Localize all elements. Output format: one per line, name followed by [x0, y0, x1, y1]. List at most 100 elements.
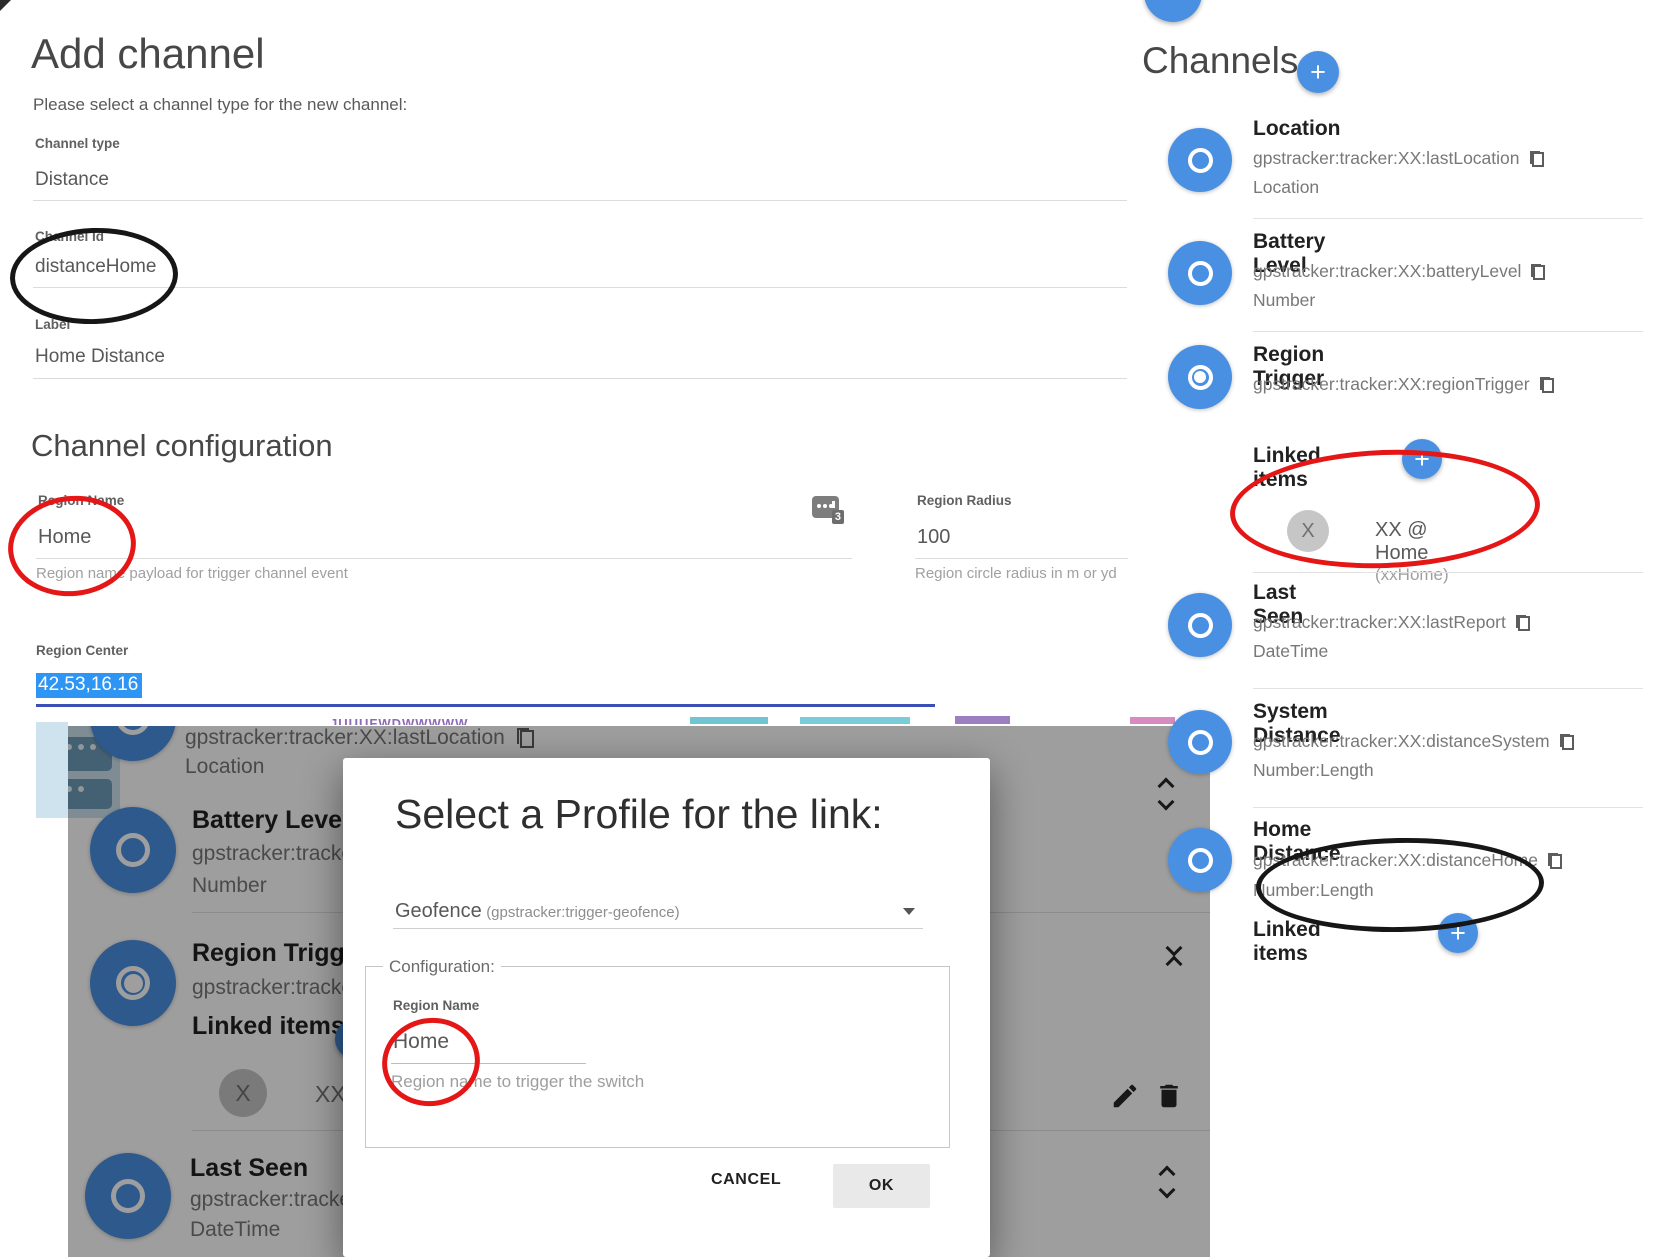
profile-dialog: Select a Profile for the link: Geofence …: [343, 758, 990, 1257]
page-title: Add channel: [31, 30, 265, 78]
list-divider: [1253, 218, 1643, 219]
region-center-selected-text: 42.53,16.16: [36, 673, 142, 698]
channel-id-row: gpstracker:tracker:XX:batteryLevel: [1253, 261, 1545, 282]
region-name-label: Region Name: [38, 493, 124, 508]
corner-artifact: [0, 0, 11, 11]
channel-type-input[interactable]: Distance: [35, 169, 109, 191]
label-field-label: Label: [35, 317, 70, 332]
linked-item-detail: (xxHome): [1375, 565, 1449, 584]
add-link-button[interactable]: +: [1438, 913, 1478, 953]
region-radius-underline: [915, 558, 1128, 559]
channel-id-text: gpstracker:tracker:XX:distanceSystem: [1253, 731, 1550, 752]
ok-button[interactable]: OK: [833, 1164, 930, 1208]
label-field-input[interactable]: Home Distance: [35, 346, 165, 368]
channel-title: Location: [1253, 117, 1341, 141]
add-channel-button[interactable]: +: [1297, 51, 1339, 93]
channel-id-label: Channel Id: [35, 229, 104, 244]
profile-select-value: Geofence: [395, 900, 482, 922]
linked-items-label: Linked items: [1253, 918, 1321, 966]
chevron-down-icon: [903, 908, 915, 915]
channel-id-row: gpstracker:tracker:XX:distanceHome: [1253, 850, 1562, 871]
scrolled-fab-artifact: [1144, 0, 1202, 22]
background-artifact-pink: [1130, 717, 1175, 724]
page-subtitle: Please select a channel type for the new…: [33, 95, 407, 115]
dialog-region-name-hint: Region name to trigger the switch: [391, 1072, 644, 1092]
linked-item-row[interactable]: XX @ Home (xxHome): [1375, 519, 1449, 585]
region-center-label: Region Center: [36, 643, 128, 658]
channel-id-input[interactable]: distanceHome: [35, 256, 156, 278]
region-radius-input[interactable]: 100: [917, 526, 950, 549]
background-artifact-teal: [690, 717, 768, 724]
channel-type: Number: [1253, 290, 1315, 311]
channel-id-text: gpstracker:tracker:XX:distanceHome: [1253, 850, 1538, 871]
channel-id-text: gpstracker:tracker:XX:regionTrigger: [1253, 374, 1530, 395]
region-center-focus-underline: [36, 704, 935, 707]
channel-id-row: gpstracker:tracker:XX:lastReport: [1253, 612, 1530, 633]
channel-avatar-battery: [1168, 241, 1232, 305]
background-artifact-purple: [955, 716, 1010, 724]
config-heading: Channel configuration: [31, 428, 333, 464]
linked-items-label: Linked items: [1253, 444, 1321, 492]
channel-id-row: gpstracker:tracker:XX:distanceSystem: [1253, 731, 1574, 752]
channel-avatar-region-trigger: [1168, 345, 1232, 409]
configuration-fieldset: [365, 966, 950, 1148]
dialog-region-name-input[interactable]: Home: [393, 1030, 449, 1054]
radio-icon: [1188, 848, 1213, 873]
region-name-underline: [36, 558, 852, 559]
profile-select-underline: [393, 928, 923, 929]
dialog-title: Select a Profile for the link:: [395, 791, 883, 838]
channel-type: Location: [1253, 177, 1319, 198]
copy-icon[interactable]: [1560, 734, 1574, 750]
cancel-button[interactable]: CANCEL: [705, 1170, 787, 1190]
channel-id-underline: [33, 287, 1127, 288]
radio-icon: [1188, 613, 1213, 638]
channel-id-text: gpstracker:tracker:XX:batteryLevel: [1253, 261, 1521, 282]
linked-item-avatar: X: [1287, 510, 1329, 552]
profile-select-detail: (gpstracker:trigger-geofence): [486, 904, 679, 921]
radio-icon: [1188, 148, 1213, 173]
profile-select[interactable]: Geofence (gpstracker:trigger-geofence): [395, 900, 680, 923]
channel-id-row: gpstracker:tracker:XX:regionTrigger: [1253, 374, 1554, 395]
copy-icon[interactable]: [1516, 615, 1530, 631]
copy-icon[interactable]: [1531, 264, 1545, 280]
channel-id-text: gpstracker:tracker:XX:lastReport: [1253, 612, 1506, 633]
background-artifact-strip: JUUUFWDWWWWW: [330, 716, 570, 725]
list-divider: [1253, 807, 1643, 808]
autofill-dots-icon: [817, 504, 821, 508]
autofill-badge: 3: [832, 510, 844, 524]
region-radius-hint: Region circle radius in m or yd: [915, 565, 1117, 582]
region-center-input[interactable]: 42.53,16.16: [36, 673, 142, 698]
channel-type-underline: [33, 200, 1127, 201]
radio-checked-icon: [1188, 365, 1213, 390]
autofill-bar-icon: [832, 501, 835, 508]
configuration-legend: Configuration:: [383, 957, 501, 977]
channel-type: Number:Length: [1253, 880, 1374, 901]
region-name-input[interactable]: Home: [38, 526, 91, 549]
channel-type: Number:Length: [1253, 760, 1374, 781]
copy-icon[interactable]: [1548, 853, 1562, 869]
linked-item-label: XX @ Home: [1375, 519, 1428, 564]
background-map-card: [36, 722, 68, 818]
channels-heading: Channels: [1142, 40, 1298, 82]
autofill-extension-icon[interactable]: 3: [812, 496, 839, 518]
dialog-region-name-underline: [391, 1063, 586, 1064]
region-radius-label: Region Radius: [917, 493, 1012, 508]
list-divider: [1253, 572, 1643, 573]
background-artifact-teal2: [800, 717, 910, 724]
copy-icon[interactable]: [1540, 377, 1554, 393]
region-name-hint: Region name payload for trigger channel …: [36, 565, 348, 582]
list-divider: [1253, 688, 1643, 689]
radio-icon: [1188, 730, 1213, 755]
copy-icon[interactable]: [1530, 151, 1544, 167]
channel-avatar-location: [1168, 128, 1232, 192]
channel-avatar-home-distance: [1168, 828, 1232, 892]
label-field-underline: [33, 378, 1127, 379]
channel-avatar-system-distance: [1168, 710, 1232, 774]
channel-type-label: Channel type: [35, 136, 120, 151]
dialog-region-name-label: Region Name: [393, 998, 479, 1013]
add-link-button[interactable]: +: [1402, 439, 1442, 479]
radio-icon: [1188, 261, 1213, 286]
channel-type: DateTime: [1253, 641, 1328, 662]
channel-id-row: gpstracker:tracker:XX:lastLocation: [1253, 148, 1544, 169]
channel-id-text: gpstracker:tracker:XX:lastLocation: [1253, 148, 1520, 169]
